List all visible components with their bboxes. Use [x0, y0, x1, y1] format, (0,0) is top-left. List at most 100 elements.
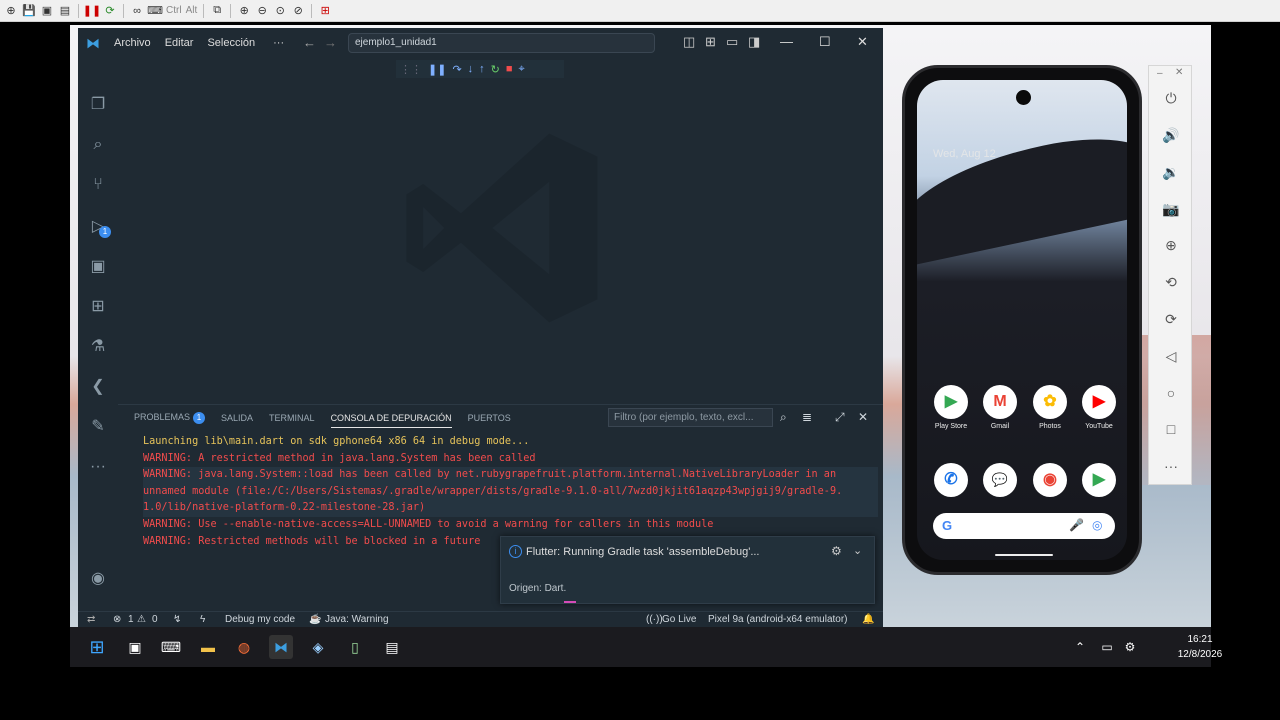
maximize-panel-icon[interactable]: ⤢: [835, 410, 845, 425]
volume-down-icon[interactable]: 🔉: [1159, 160, 1183, 184]
account-icon[interactable]: ◉: [87, 568, 109, 590]
tab-puertos[interactable]: PUERTOS: [468, 409, 511, 427]
maximize-button[interactable]: ☐: [819, 34, 831, 50]
notification-settings-icon[interactable]: ⚙: [831, 544, 842, 558]
dock-play-games[interactable]: ▶: [1082, 463, 1116, 497]
save-icon[interactable]: 💾: [22, 4, 36, 18]
restart-icon[interactable]: ↻: [491, 63, 500, 76]
step-over-icon[interactable]: ↷: [452, 63, 461, 76]
google-search-bar[interactable]: G 🎤 ◎: [933, 513, 1115, 539]
clear-console-icon[interactable]: ≣: [802, 410, 812, 424]
rotate-right-icon[interactable]: ⟳: [1159, 307, 1183, 331]
back-icon[interactable]: ◁: [1159, 344, 1183, 368]
vscode-taskbar-icon[interactable]: ⧓: [269, 635, 293, 659]
home-icon[interactable]: ○: [1159, 381, 1183, 405]
app-photos[interactable]: ✿: [1033, 385, 1067, 419]
close-panel-icon[interactable]: ✕: [858, 410, 868, 424]
command-center[interactable]: ejemplo1_unidad1: [348, 33, 655, 53]
edit-icon[interactable]: ✎: [87, 416, 109, 438]
menu-more[interactable]: ···: [273, 37, 284, 49]
camera-screenshot-icon[interactable]: 📷: [1159, 197, 1183, 221]
zoom-icon[interactable]: ⊕: [1159, 233, 1183, 257]
lens-icon[interactable]: ◎: [1092, 518, 1102, 532]
warning-icon[interactable]: ⚠: [137, 614, 146, 625]
tray-chevron-icon[interactable]: ⌃: [1068, 635, 1092, 659]
app-youtube[interactable]: ▶: [1082, 385, 1116, 419]
debug-lightning-icon[interactable]: ϟ: [200, 614, 205, 625]
start-menu-icon[interactable]: ⊞: [85, 635, 109, 659]
tab-salida[interactable]: SALIDA: [221, 409, 253, 427]
menu-seleccion[interactable]: Selección: [207, 37, 255, 49]
stop-icon[interactable]: ■: [506, 63, 513, 75]
zoom-fit-icon[interactable]: ⊙: [273, 4, 287, 18]
alt-key-button[interactable]: Alt: [186, 5, 198, 16]
network-icon[interactable]: ▭: [1095, 635, 1119, 659]
forward-arrow-icon[interactable]: →: [324, 35, 337, 50]
tab-terminal[interactable]: TERMINAL: [269, 409, 315, 427]
clock-date[interactable]: 12/8/2026: [1170, 649, 1230, 660]
properties-icon[interactable]: ▤: [58, 4, 72, 18]
toggle-panel-icon[interactable]: ▭: [726, 34, 738, 50]
close-button[interactable]: ✕: [857, 34, 868, 50]
phone-screen[interactable]: Wed, Aug 12 ▶ Play Store M Gmail ✿ Photo…: [917, 80, 1127, 560]
console-filter-input[interactable]: Filtro (por ejemplo, texto, excl...: [608, 408, 773, 427]
new-icon[interactable]: ⊕: [4, 4, 18, 18]
ctrl-key-button[interactable]: Ctrl: [166, 5, 182, 16]
dock-messages[interactable]: 💬: [983, 463, 1017, 497]
mic-icon[interactable]: 🎤: [1069, 518, 1084, 532]
fullscreen-icon[interactable]: ⊞: [318, 4, 332, 18]
device-selector[interactable]: Pixel 9a (android-x64 emulator): [708, 614, 848, 625]
clock-time[interactable]: 16:21: [1170, 634, 1230, 645]
testing-icon[interactable]: ⚗: [87, 336, 109, 358]
firefox-icon[interactable]: ◍: [232, 635, 256, 659]
find-icon[interactable]: ⌕: [780, 410, 787, 425]
dock-chrome[interactable]: ◉: [1033, 463, 1067, 497]
app-gmail[interactable]: M: [983, 385, 1017, 419]
drag-handle-icon[interactable]: ⋮⋮: [400, 63, 422, 76]
zoom-reset-icon[interactable]: ⊘: [291, 4, 305, 18]
flutter-icon[interactable]: ❮: [87, 376, 109, 398]
notifications-bell-icon[interactable]: 🔔: [862, 614, 874, 625]
remote-explorer-icon[interactable]: ▣: [87, 256, 109, 278]
menu-editar[interactable]: Editar: [165, 37, 194, 49]
step-out-icon[interactable]: ↑: [479, 63, 485, 75]
more-options-icon[interactable]: ···: [1159, 454, 1183, 478]
android-studio-icon[interactable]: ◈: [306, 635, 330, 659]
extensions-icon[interactable]: ⊞: [87, 296, 109, 318]
save-as-icon[interactable]: ▣: [40, 4, 54, 18]
glasses-icon[interactable]: ∞: [130, 4, 144, 18]
copy-icon[interactable]: ⧉: [210, 4, 224, 18]
explorer-icon[interactable]: ❐: [87, 94, 109, 116]
pause-icon[interactable]: ❚❚: [83, 4, 101, 18]
overview-icon[interactable]: □: [1159, 417, 1183, 441]
java-status[interactable]: Java: Warning: [325, 614, 389, 625]
zoom-in-icon[interactable]: ⊕: [237, 4, 251, 18]
task-view-icon[interactable]: ▣: [123, 635, 147, 659]
menu-archivo[interactable]: Archivo: [114, 37, 151, 49]
zoom-out-icon[interactable]: ⊖: [255, 4, 269, 18]
app-play-store[interactable]: ▶: [934, 385, 968, 419]
language-icon[interactable]: ⚙: [1118, 635, 1142, 659]
error-count[interactable]: 1: [128, 614, 134, 625]
step-into-icon[interactable]: ↓: [468, 63, 474, 75]
layout-icon[interactable]: ⊞: [705, 34, 716, 50]
gesture-bar[interactable]: [995, 554, 1053, 556]
search-icon[interactable]: ⌕: [87, 134, 109, 156]
pause-icon[interactable]: ❚❚: [428, 63, 446, 76]
dock-phone[interactable]: ✆: [934, 463, 968, 497]
warning-count[interactable]: 0: [152, 614, 158, 625]
rotate-left-icon[interactable]: ⟲: [1159, 270, 1183, 294]
go-live-button[interactable]: Go Live: [662, 614, 696, 625]
toggle-sidebar-icon[interactable]: ◫: [683, 34, 695, 50]
debug-config-label[interactable]: Debug my code: [225, 614, 295, 625]
volume-up-icon[interactable]: 🔊: [1159, 123, 1183, 147]
debug-icon[interactable]: ↯: [173, 614, 181, 625]
emu-minimize-button[interactable]: –: [1157, 68, 1163, 79]
emu-close-button[interactable]: ✕: [1175, 67, 1183, 78]
file-explorer-icon[interactable]: ▬: [196, 635, 220, 659]
toggle-secondary-sidebar-icon[interactable]: ◨: [748, 34, 760, 50]
back-arrow-icon[interactable]: ←: [303, 35, 316, 50]
emulator-taskbar-icon[interactable]: ▯: [343, 635, 367, 659]
error-icon[interactable]: ⊗: [113, 614, 121, 625]
keyboard-icon[interactable]: ⌨: [147, 4, 163, 18]
